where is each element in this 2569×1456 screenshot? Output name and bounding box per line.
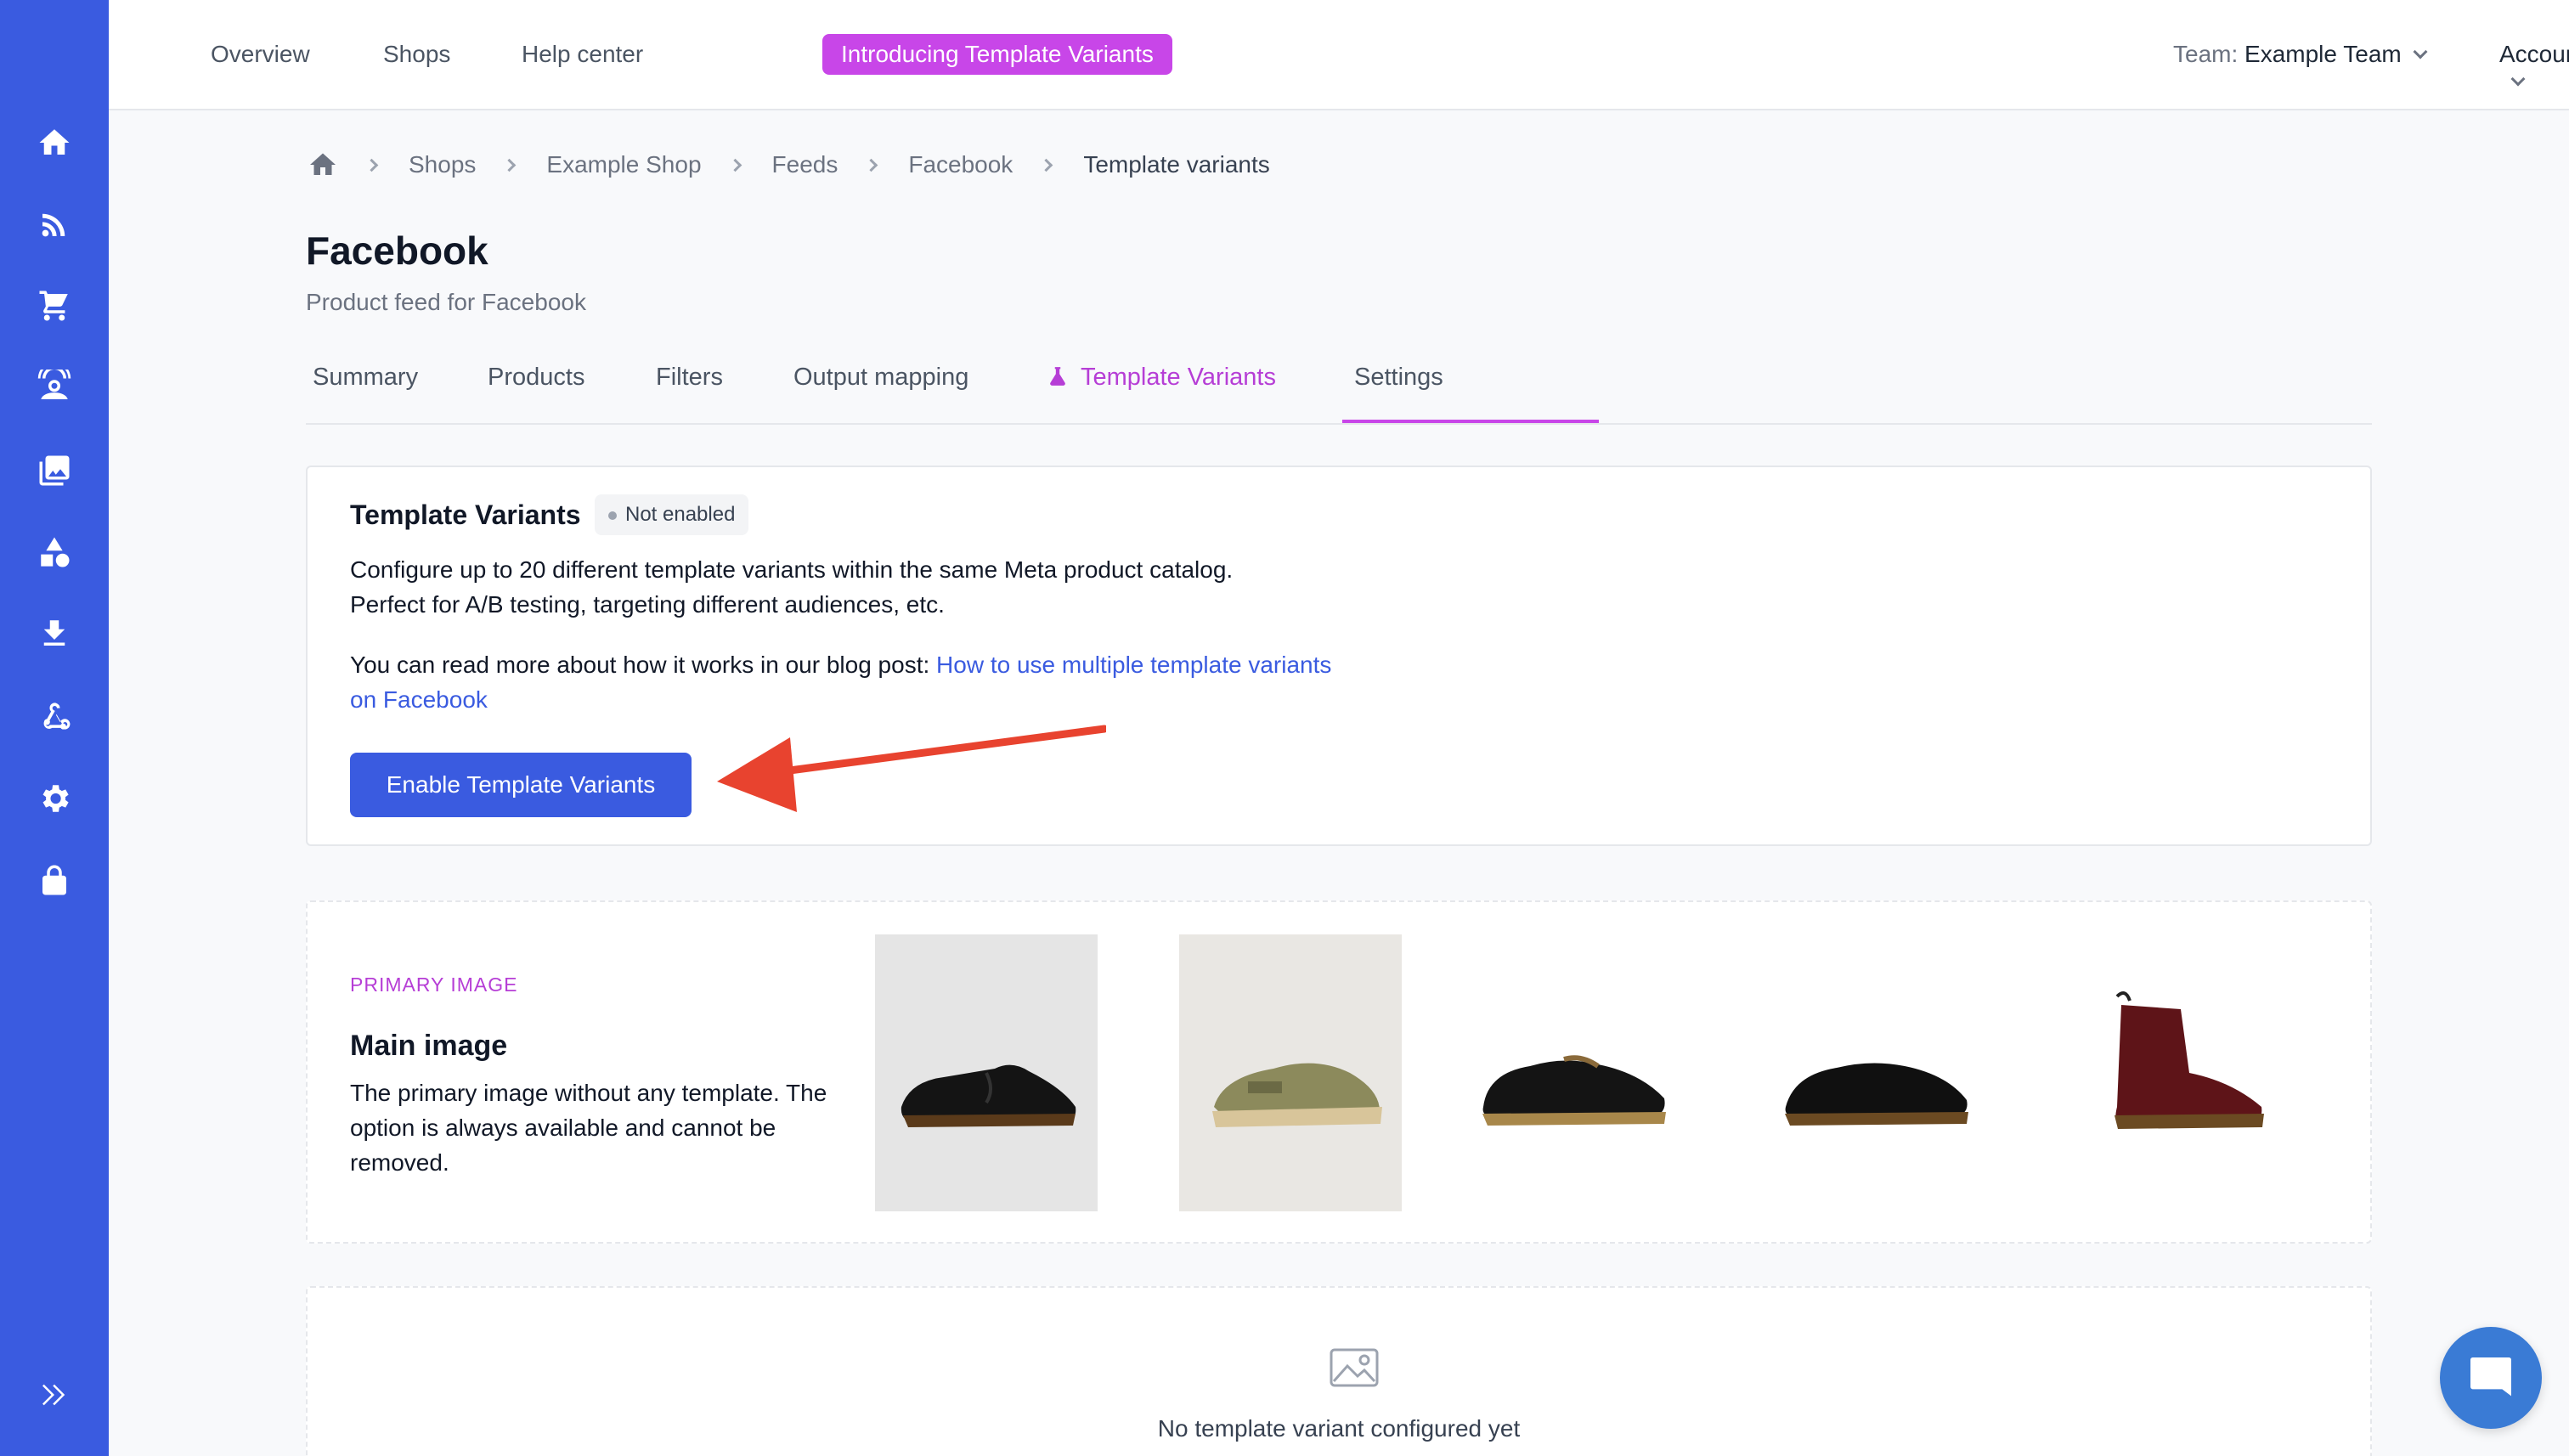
page-title: Facebook <box>306 229 488 273</box>
home-icon[interactable] <box>308 150 338 180</box>
tab-template-variants[interactable]: Template Variants <box>1047 364 1276 392</box>
team-label: Team: <box>2173 41 2239 67</box>
loafer-image <box>901 1064 1076 1127</box>
breadcrumb-shops[interactable]: Shops <box>409 151 476 178</box>
active-tab-indicator <box>1342 420 1599 423</box>
nav-shops[interactable]: Shops <box>383 41 450 68</box>
chevron-right-icon <box>728 158 742 172</box>
promo-badge[interactable]: Introducing Template Variants <box>822 34 1172 75</box>
tab-template-variants-label: Template Variants <box>1081 364 1276 391</box>
product-image-clog <box>1179 934 1402 1211</box>
derby-shoe-smooth-image <box>1785 1063 1968 1126</box>
product-image-derby-smooth <box>1764 934 1986 1211</box>
main-image-title: Main image <box>350 1030 508 1062</box>
read-more-text: You can read more about how it works in … <box>350 647 1335 717</box>
enable-template-variants-button[interactable]: Enable Template Variants <box>350 753 692 817</box>
expand-icon[interactable] <box>34 1374 75 1415</box>
images-icon[interactable] <box>34 450 75 491</box>
read-more-label: You can read more about how it works in … <box>350 652 937 678</box>
cart-icon[interactable] <box>34 285 75 326</box>
tab-products[interactable]: Products <box>488 364 584 392</box>
empty-variants-card: No template variant configured yet <box>306 1286 2372 1456</box>
team-name: Example Team <box>2244 41 2402 67</box>
annotation-arrow <box>717 725 1106 812</box>
breadcrumb-feed[interactable]: Facebook <box>908 151 1013 178</box>
description-line-1: Configure up to 20 different template va… <box>350 556 1234 583</box>
download-icon[interactable] <box>34 613 75 654</box>
tab-output-mapping[interactable]: Output mapping <box>793 364 968 392</box>
chevron-right-icon <box>364 158 379 172</box>
webhook-icon[interactable] <box>34 695 75 736</box>
breadcrumb-current: Template variants <box>1083 151 1270 178</box>
team-selector[interactable]: Team: Example Team <box>2173 41 2428 68</box>
tab-summary[interactable]: Summary <box>313 364 418 392</box>
chevron-down-icon <box>2413 44 2428 59</box>
chevron-right-icon <box>865 158 878 172</box>
feed-icon[interactable] <box>34 204 75 245</box>
primary-image-label: PRIMARY IMAGE <box>350 973 518 996</box>
chevron-right-icon <box>503 158 517 172</box>
page-subtitle: Product feed for Facebook <box>306 289 586 315</box>
breadcrumb: Shops Example Shop Feeds Facebook Templa… <box>308 150 1270 180</box>
image-placeholder-icon <box>1330 1348 1379 1387</box>
card-title: Template Variants <box>350 499 581 530</box>
tab-filters[interactable]: Filters <box>656 364 723 392</box>
account-label: Account <box>2499 41 2569 67</box>
boot-image <box>2114 991 2264 1129</box>
nav-help-center[interactable]: Help center <box>522 41 643 68</box>
tab-bar: Summary Products Filters Output mapping … <box>306 357 2372 425</box>
chevron-right-icon <box>1040 158 1053 172</box>
account-menu[interactable]: Account <box>2499 41 2569 95</box>
channels-icon[interactable] <box>34 367 75 408</box>
chevron-down-icon <box>2510 71 2526 87</box>
chat-button[interactable] <box>2440 1327 2542 1429</box>
template-variants-card: Template Variants Not enabled Configure … <box>306 466 2372 846</box>
nav-overview[interactable]: Overview <box>211 41 310 68</box>
main-image-description: The primary image without any template. … <box>350 1080 827 1176</box>
sidebar <box>0 0 109 1456</box>
description-line-2: Perfect for A/B testing, targeting diffe… <box>350 591 945 618</box>
tab-settings[interactable]: Settings <box>1354 364 1443 392</box>
empty-state-text: No template variant configured yet <box>1157 1415 1521 1442</box>
home-icon[interactable] <box>34 122 75 163</box>
product-image-derby <box>1461 934 1684 1211</box>
flask-icon <box>1050 367 1065 386</box>
breadcrumb-feeds[interactable]: Feeds <box>772 151 838 178</box>
product-image-loafer <box>875 934 1098 1211</box>
breadcrumb-shop[interactable]: Example Shop <box>546 151 701 178</box>
top-navigation: Overview Shops Help center Introducing T… <box>109 0 2569 110</box>
product-image-boot <box>2061 934 2284 1211</box>
clog-image <box>1212 1063 1382 1127</box>
derby-shoe-image <box>1482 1055 1666 1126</box>
shapes-icon[interactable] <box>34 532 75 573</box>
settings-icon[interactable] <box>34 778 75 819</box>
lock-icon[interactable] <box>34 860 75 900</box>
chat-icon <box>2470 1357 2511 1397</box>
status-badge: Not enabled <box>595 494 749 535</box>
primary-image-card: PRIMARY IMAGE Main image The primary ima… <box>306 900 2372 1244</box>
